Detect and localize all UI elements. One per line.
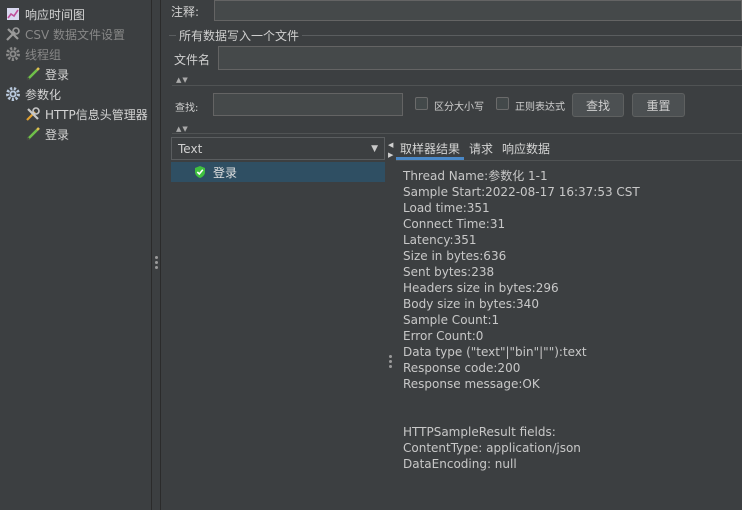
result-detail-line: DataEncoding: null xyxy=(403,457,517,471)
result-detail-line: Response code:200 xyxy=(403,361,521,375)
tree-item-label: 响应时间图 xyxy=(25,7,86,22)
case-sensitive-label: 区分大小写 xyxy=(434,102,484,113)
wrench-icon xyxy=(4,25,22,43)
results-splitter[interactable]: ◀ ▶ xyxy=(386,137,396,510)
reset-button[interactable]: 重置 xyxy=(632,93,685,117)
filename-input[interactable] xyxy=(218,46,742,70)
wrench-icon xyxy=(24,105,42,123)
tree-item-label: CSV 数据文件设置 xyxy=(25,27,126,42)
result-detail-line: Sample Count:1 xyxy=(403,313,500,327)
main-splitter[interactable] xyxy=(151,0,161,510)
filename-label: 文件名 xyxy=(174,53,211,67)
sampler-pen-icon xyxy=(24,125,42,143)
tree-item-label: 线程组 xyxy=(25,47,62,62)
tree-item-label: HTTP信息头管理器 xyxy=(45,107,148,122)
collapse-arrows[interactable]: ▲▼ xyxy=(176,76,189,84)
divider xyxy=(172,133,742,134)
comment-input[interactable] xyxy=(214,0,742,21)
tab-request[interactable]: 请求 xyxy=(469,137,493,159)
test-plan-tree: 响应时间图 CSV 数据文件设置 线程组 登录 参数化 HTTP信息头管理器 登… xyxy=(0,0,151,510)
sample-row-login[interactable]: 登录 xyxy=(171,162,385,182)
tab-divider xyxy=(396,160,742,161)
result-detail-line: Headers size in bytes:296 xyxy=(403,281,559,295)
result-detail-line: Body size in bytes:340 xyxy=(403,297,539,311)
write-section-title: 所有数据写入一个文件 xyxy=(176,27,303,44)
splitter-grip xyxy=(155,256,158,259)
tree-item-parameterize[interactable]: 参数化 xyxy=(4,85,61,103)
splitter-grip xyxy=(155,266,158,269)
tab-label: 请求 xyxy=(469,141,494,156)
sampler-result-text: Thread Name:参数化 1-1 Sample Start:2022-08-… xyxy=(396,168,742,508)
result-detail-line: ContentType: application/json xyxy=(403,441,581,455)
chart-icon xyxy=(4,5,22,23)
search-label: 查找: xyxy=(175,103,199,114)
result-detail-line: Error Count:0 xyxy=(403,329,484,343)
tree-item-login-1[interactable]: 登录 xyxy=(24,65,69,83)
splitter-edge xyxy=(151,0,152,510)
sampler-pen-icon xyxy=(24,65,42,83)
tree-item-label: 参数化 xyxy=(25,87,62,102)
result-detail-line: Load time:351 xyxy=(403,201,490,215)
tree-item-label: 登录 xyxy=(45,67,70,82)
result-detail-line: Size in bytes:636 xyxy=(403,249,507,263)
sample-list-panel: Text ▼ 登录 xyxy=(171,137,387,510)
renderer-selected-value: Text xyxy=(178,141,203,156)
tab-sampler-result[interactable]: 取样器结果 xyxy=(400,137,460,159)
tree-item-thread-group[interactable]: 线程组 xyxy=(4,45,61,63)
tree-item-login-2[interactable]: 登录 xyxy=(24,125,69,143)
tree-item-http-header-manager[interactable]: HTTP信息头管理器 xyxy=(24,105,148,123)
gear-icon xyxy=(4,85,22,103)
regex-checkbox[interactable] xyxy=(496,97,509,110)
collapse-right-arrow[interactable]: ▶ xyxy=(388,151,393,159)
splitter-grip xyxy=(389,365,392,368)
tree-item-label: 登录 xyxy=(45,127,70,142)
divider xyxy=(172,85,742,86)
tree-item-csv-data-set[interactable]: CSV 数据文件设置 xyxy=(4,25,125,43)
splitter-grip xyxy=(389,355,392,358)
regex-label: 正则表达式 xyxy=(515,102,565,113)
result-detail-line: Data type ("text"|"bin"|""):text xyxy=(403,345,587,359)
result-detail-line: Response message:OK xyxy=(403,377,540,391)
renderer-select[interactable]: Text ▼ xyxy=(171,137,385,160)
result-detail-line: Thread Name:参数化 1-1 xyxy=(403,169,548,183)
sample-label: 登录 xyxy=(213,165,238,180)
collapse-left-arrow[interactable]: ◀ xyxy=(388,141,393,149)
success-shield-icon xyxy=(193,165,207,179)
chevron-down-icon: ▼ xyxy=(371,143,378,154)
result-detail-line: HTTPSampleResult fields: xyxy=(403,425,556,439)
collapse-arrows[interactable]: ▲▼ xyxy=(176,125,189,133)
result-detail-line: Sample Start:2022-08-17 16:37:53 CST xyxy=(403,185,640,199)
gear-icon xyxy=(4,45,22,63)
comment-label: 注释: xyxy=(171,5,200,19)
splitter-grip xyxy=(389,360,392,363)
sample-detail-panel: 取样器结果 请求 响应数据 Thread Name:参数化 1-1 Sample … xyxy=(396,137,742,510)
tab-response-data[interactable]: 响应数据 xyxy=(502,137,550,159)
case-sensitive-checkbox[interactable] xyxy=(415,97,428,110)
find-button[interactable]: 查找 xyxy=(572,93,624,117)
search-input[interactable] xyxy=(213,93,403,116)
tab-label: 取样器结果 xyxy=(400,141,461,156)
result-detail-line: Sent bytes:238 xyxy=(403,265,495,279)
splitter-grip xyxy=(155,261,158,264)
tab-label: 响应数据 xyxy=(502,141,551,156)
tree-item-response-time-graph[interactable]: 响应时间图 xyxy=(4,5,85,23)
result-detail-line: Latency:351 xyxy=(403,233,477,247)
result-detail-line: Connect Time:31 xyxy=(403,217,506,231)
splitter-edge xyxy=(160,0,161,510)
